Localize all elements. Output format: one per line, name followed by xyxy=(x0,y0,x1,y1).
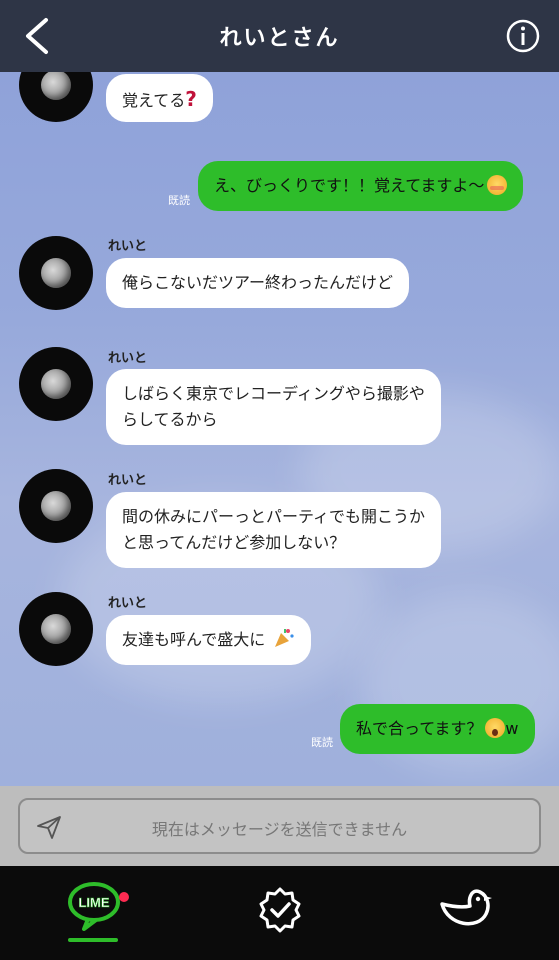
bottom-navigation: LIME xyxy=(0,866,559,960)
moon-image xyxy=(41,614,71,644)
avatar[interactable] xyxy=(19,592,93,666)
message-bubble: 俺らこないだツアー終わったんだけど xyxy=(106,258,410,308)
chat-area[interactable]: 覚えてる? 既読 え、びっくりです！！覚えてますよ〜 れいと 俺らこないだツアー… xyxy=(0,72,559,786)
moon-image xyxy=(41,72,71,100)
notification-dot xyxy=(119,892,129,902)
chat-header: れいとさん xyxy=(0,0,559,72)
message-text: 私で合ってます？ xyxy=(356,719,483,738)
party-popper-icon xyxy=(275,629,294,647)
smiling-blush-face-icon xyxy=(487,175,508,195)
message-text: 友達も呼んで盛大に xyxy=(122,630,266,649)
verified-badge-icon[interactable] xyxy=(256,886,304,934)
message-bubble: え、びっくりです！！覚えてますよ〜 xyxy=(198,161,524,211)
sender-name: れいと xyxy=(108,596,148,611)
input-placeholder: 現在はメッセージを送信できません xyxy=(151,820,408,839)
avatar[interactable] xyxy=(19,347,93,421)
message-text-line: らしてるから xyxy=(122,410,218,429)
lime-label: LIME xyxy=(78,895,109,910)
sender-name: れいと xyxy=(108,351,148,366)
message-text: 俺らこないだツアー終わったんだけど xyxy=(122,273,394,292)
chevron-left-icon[interactable] xyxy=(18,14,58,58)
moon-image xyxy=(41,258,71,288)
message-text-line: と思ってんだけど参加しない？ xyxy=(122,533,346,552)
message-bubble: 覚えてる? xyxy=(106,74,213,122)
message-bubble: 私で合ってます？ w xyxy=(340,704,535,754)
message-suffix: w xyxy=(505,719,519,738)
message-input-bar: 現在はメッセージを送信できません xyxy=(0,786,559,866)
message-text: え、びっくりです！！覚えてますよ〜 xyxy=(214,176,485,195)
message-bubble: 間の休みにパーっとパーティでも開こうか と思ってんだけど参加しない？ xyxy=(106,492,442,568)
sender-name: れいと xyxy=(108,239,148,254)
read-receipt: 既読 xyxy=(311,736,333,749)
avatar[interactable] xyxy=(19,469,93,543)
red-question-mark-icon: ? xyxy=(185,87,197,111)
bird-icon[interactable] xyxy=(438,886,494,934)
chat-title: れいとさん xyxy=(219,26,340,51)
message-text-line: しばらく東京でレコーディングやら撮影や xyxy=(122,384,425,403)
astonished-face-icon xyxy=(485,718,506,738)
active-tab-indicator xyxy=(68,938,118,942)
avatar[interactable] xyxy=(19,72,93,122)
message-bubble: 友達も呼んで盛大に xyxy=(106,615,312,665)
message-bubble: しばらく東京でレコーディングやら撮影や らしてるから xyxy=(106,369,441,445)
moon-image xyxy=(41,491,71,521)
lime-chat-icon[interactable]: LIME xyxy=(66,880,122,932)
avatar[interactable] xyxy=(19,236,93,310)
sender-name: れいと xyxy=(108,473,148,488)
moon-image xyxy=(41,369,71,399)
info-circle-icon[interactable] xyxy=(505,18,541,54)
message-text-line: 間の休みにパーっとパーティでも開こうか xyxy=(122,507,426,526)
message-input[interactable]: 現在はメッセージを送信できません xyxy=(18,798,541,854)
read-receipt: 既読 xyxy=(168,194,190,207)
message-text: 覚えてる xyxy=(122,91,186,110)
